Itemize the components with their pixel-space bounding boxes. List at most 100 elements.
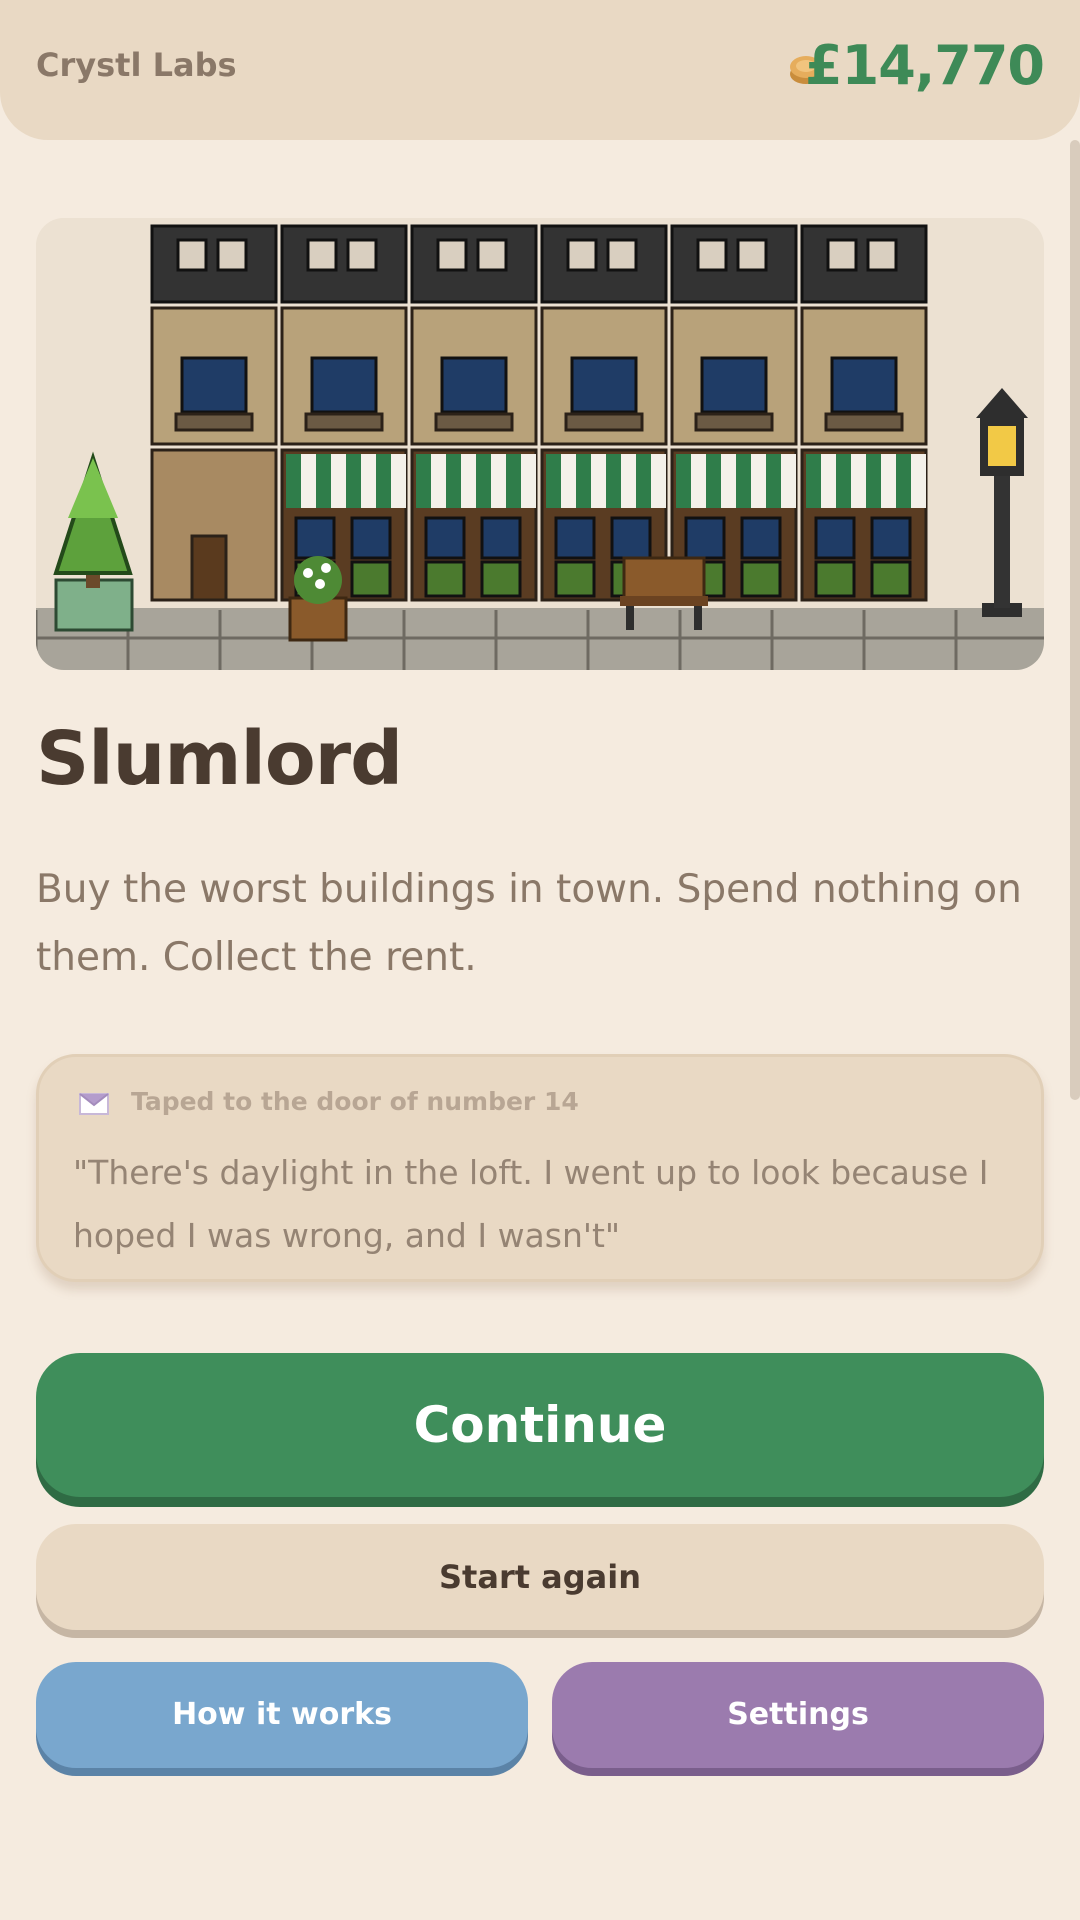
roof-segment bbox=[670, 224, 798, 304]
flower-box bbox=[740, 560, 782, 598]
awning-stripe bbox=[706, 454, 721, 508]
shop-window bbox=[294, 516, 336, 560]
note-card: Taped to the door of number 14 "There's … bbox=[36, 1054, 1044, 1282]
shop-window bbox=[424, 516, 466, 560]
start-again-button[interactable]: Start again bbox=[36, 1524, 1044, 1630]
awning-stripe bbox=[621, 454, 636, 508]
awning-stripe bbox=[766, 454, 781, 508]
roof-vent bbox=[176, 238, 208, 272]
awning-stripe bbox=[416, 454, 431, 508]
awning-stripe bbox=[521, 454, 536, 508]
shop-window bbox=[554, 516, 596, 560]
awning-stripe bbox=[691, 454, 706, 508]
awning-stripe bbox=[286, 454, 301, 508]
roof-vent bbox=[826, 238, 858, 272]
flower-box bbox=[350, 560, 392, 598]
awning-stripe bbox=[821, 454, 836, 508]
window-sill bbox=[694, 412, 774, 432]
awning-stripe bbox=[836, 454, 851, 508]
roof-vent bbox=[696, 238, 728, 272]
roof-segment bbox=[540, 224, 668, 304]
hero-image bbox=[36, 218, 1044, 670]
awning-stripe bbox=[736, 454, 751, 508]
shop-window bbox=[684, 516, 726, 560]
awning-stripe bbox=[591, 454, 606, 508]
awning-stripe bbox=[676, 454, 691, 508]
awning-stripe bbox=[491, 454, 506, 508]
window-sill bbox=[564, 412, 644, 432]
awning-stripe bbox=[911, 454, 926, 508]
awning-stripe bbox=[606, 454, 621, 508]
awning-stripe bbox=[866, 454, 881, 508]
awning-stripe bbox=[301, 454, 316, 508]
flower-box bbox=[480, 560, 522, 598]
awning-stripe bbox=[636, 454, 651, 508]
scrollbar[interactable] bbox=[1070, 140, 1080, 1100]
roof-vent bbox=[306, 238, 338, 272]
awning-stripe bbox=[576, 454, 591, 508]
upper-window bbox=[830, 356, 898, 414]
awning-stripe bbox=[446, 454, 461, 508]
roof-segment bbox=[410, 224, 538, 304]
window-sill bbox=[434, 412, 514, 432]
top-bar: Crystl Labs £14,770 bbox=[0, 0, 1080, 140]
continue-button[interactable]: Continue bbox=[36, 1353, 1044, 1497]
game-title: Slumlord bbox=[36, 716, 403, 802]
awning-stripe bbox=[721, 454, 736, 508]
roof-vent bbox=[216, 238, 248, 272]
awning-stripe bbox=[476, 454, 491, 508]
shop-window bbox=[814, 516, 856, 560]
awning-stripe bbox=[391, 454, 406, 508]
note-label: Taped to the door of number 14 bbox=[131, 1087, 579, 1116]
upper-window bbox=[180, 356, 248, 414]
flower-box bbox=[554, 560, 596, 598]
awning-stripe bbox=[346, 454, 361, 508]
roof-vent bbox=[866, 238, 898, 272]
awning-stripe bbox=[561, 454, 576, 508]
roof-segment bbox=[150, 224, 278, 304]
roof-vent bbox=[606, 238, 638, 272]
how-it-works-button[interactable]: How it works bbox=[36, 1662, 528, 1768]
roof-segment bbox=[800, 224, 928, 304]
brand-name: Crystl Labs bbox=[36, 46, 237, 84]
shop-window bbox=[480, 516, 522, 560]
awning-stripe bbox=[881, 454, 896, 508]
upper-window bbox=[570, 356, 638, 414]
roof-vent bbox=[436, 238, 468, 272]
flower-box bbox=[424, 560, 466, 598]
upper-window bbox=[310, 356, 378, 414]
shop-window bbox=[870, 516, 912, 560]
awning-stripe bbox=[506, 454, 521, 508]
roof-vent bbox=[346, 238, 378, 272]
awning-stripe bbox=[461, 454, 476, 508]
awning-stripe bbox=[896, 454, 911, 508]
awning-stripe bbox=[781, 454, 796, 508]
window-sill bbox=[304, 412, 384, 432]
awning-stripe bbox=[331, 454, 346, 508]
awning-stripe bbox=[806, 454, 821, 508]
envelope-icon bbox=[79, 1093, 109, 1115]
roof-vent bbox=[566, 238, 598, 272]
shop-window bbox=[740, 516, 782, 560]
shop-window bbox=[350, 516, 392, 560]
window-sill bbox=[824, 412, 904, 432]
note-quote: "There's daylight in the loft. I went up… bbox=[73, 1153, 989, 1255]
awning-stripe bbox=[851, 454, 866, 508]
balance-display: £14,770 bbox=[805, 34, 1045, 97]
pixel-street-scene bbox=[36, 218, 1044, 670]
awning-stripe bbox=[376, 454, 391, 508]
roof-vent bbox=[476, 238, 508, 272]
awning-stripe bbox=[431, 454, 446, 508]
flower-box bbox=[814, 560, 856, 598]
upper-window bbox=[440, 356, 508, 414]
roof-vent bbox=[736, 238, 768, 272]
upper-window bbox=[700, 356, 768, 414]
awning-stripe bbox=[651, 454, 666, 508]
shop-window bbox=[610, 516, 652, 560]
roof-segment bbox=[280, 224, 408, 304]
window-sill bbox=[174, 412, 254, 432]
flower-box bbox=[870, 560, 912, 598]
awning-stripe bbox=[361, 454, 376, 508]
settings-button[interactable]: Settings bbox=[552, 1662, 1044, 1768]
awning-stripe bbox=[751, 454, 766, 508]
